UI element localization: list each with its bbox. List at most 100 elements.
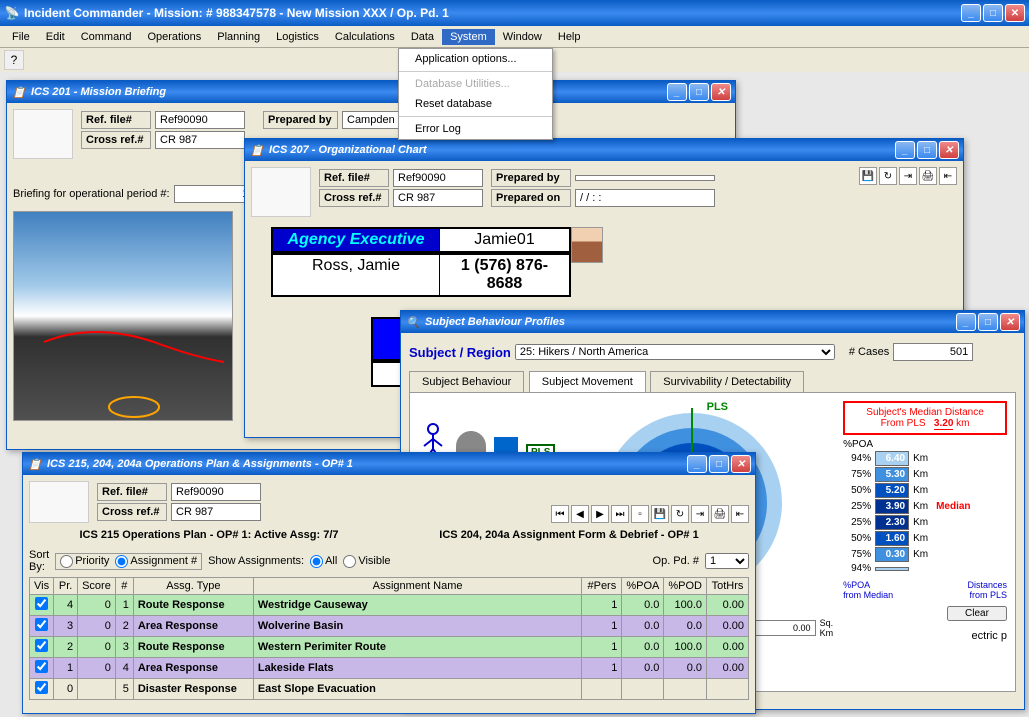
ics201-maximize[interactable]: □: [689, 83, 709, 101]
table-row[interactable]: 401Route ResponseWestridge Causeway10.01…: [30, 595, 749, 616]
export-icon[interactable]: ⇥: [691, 505, 709, 523]
oppd-select[interactable]: 1: [705, 553, 749, 569]
main-minimize-button[interactable]: _: [961, 4, 981, 22]
last-icon[interactable]: ⏭: [611, 505, 629, 523]
menu-operations[interactable]: Operations: [139, 29, 209, 45]
new-icon[interactable]: ▫: [631, 505, 649, 523]
ics201-minimize[interactable]: _: [667, 83, 687, 101]
table-row[interactable]: 203Route ResponseWestern Perimiter Route…: [30, 637, 749, 658]
window-icon: 📋: [27, 456, 43, 472]
ics207-minimize[interactable]: _: [895, 141, 915, 159]
exec-phone: 1 (576) 876-8688: [439, 255, 569, 295]
menu-data[interactable]: Data: [403, 29, 442, 45]
refresh-icon[interactable]: ↻: [879, 167, 897, 185]
col-header[interactable]: #: [115, 578, 133, 595]
briefing-period-value[interactable]: 1: [174, 185, 254, 203]
cross-value[interactable]: CR 987: [393, 189, 483, 207]
ref-value[interactable]: Ref90090: [155, 111, 245, 129]
col-header[interactable]: Assignment Name: [253, 578, 582, 595]
menu-edit[interactable]: Edit: [38, 29, 73, 45]
table-row[interactable]: 05Disaster ResponseEast Slope Evacuation: [30, 679, 749, 700]
menu-help[interactable]: Help: [550, 29, 589, 45]
ops-title: ICS 215, 204, 204a Operations Plan & Ass…: [47, 458, 687, 470]
ics201-title: ICS 201 - Mission Briefing: [31, 86, 667, 98]
print-icon[interactable]: 🖨: [919, 167, 937, 185]
ics207-close[interactable]: ✕: [939, 141, 959, 159]
main-close-button[interactable]: ✕: [1005, 4, 1025, 22]
menu-system[interactable]: System: [442, 29, 495, 45]
dropdown-reset-db[interactable]: Reset database: [399, 94, 552, 114]
sbp-close[interactable]: ✕: [1000, 313, 1020, 331]
menu-window[interactable]: Window: [495, 29, 550, 45]
ring-row: 94%: [843, 563, 1007, 574]
window-icon: 🔍: [405, 314, 421, 330]
dropdown-error-log[interactable]: Error Log: [399, 119, 552, 139]
export-icon[interactable]: ⇥: [899, 167, 917, 185]
save-icon[interactable]: 💾: [651, 505, 669, 523]
col-header[interactable]: TotHrs: [707, 578, 749, 595]
show-visible-radio[interactable]: Visible: [343, 555, 390, 568]
main-maximize-button[interactable]: □: [983, 4, 1003, 22]
electric-label: ectric p: [843, 630, 1007, 642]
col-header[interactable]: #Pers: [582, 578, 622, 595]
ops-maximize[interactable]: □: [709, 455, 729, 473]
ics201-thumbnail: [13, 109, 73, 159]
prev-icon[interactable]: ◀: [571, 505, 589, 523]
refresh-icon[interactable]: ↻: [671, 505, 689, 523]
system-dropdown: Application options... Database Utilitie…: [398, 48, 553, 140]
menu-file[interactable]: File: [4, 29, 38, 45]
ops-close[interactable]: ✕: [731, 455, 751, 473]
sort-assignment-radio[interactable]: Assignment #: [115, 555, 197, 568]
tab-movement[interactable]: Subject Movement: [529, 371, 646, 392]
help-icon[interactable]: ?: [4, 50, 24, 70]
app-icon: 📡: [4, 5, 20, 21]
ref-value[interactable]: Ref90090: [393, 169, 483, 187]
col-header[interactable]: Pr.: [54, 578, 78, 595]
dropdown-app-options[interactable]: Application options...: [399, 49, 552, 69]
prepared-on-label: Prepared on: [491, 189, 571, 207]
clear-button[interactable]: Clear: [947, 606, 1007, 621]
sort-label: Sort By:: [29, 549, 49, 573]
ring-row: 25%2.30Km: [843, 515, 1007, 530]
dropdown-db-utilities: Database Utilities...: [399, 74, 552, 94]
briefing-map-image[interactable]: [13, 211, 233, 421]
print-icon[interactable]: 🖨: [711, 505, 729, 523]
menu-command[interactable]: Command: [73, 29, 140, 45]
prepared-by-value[interactable]: [575, 175, 715, 181]
show-label: Show Assignments:: [208, 555, 304, 567]
ref-value[interactable]: Ref90090: [171, 483, 261, 501]
ics207-maximize[interactable]: □: [917, 141, 937, 159]
cross-value[interactable]: CR 987: [171, 503, 261, 521]
next-icon[interactable]: ▶: [591, 505, 609, 523]
subject-region-label: Subject / Region: [409, 345, 511, 360]
col-header[interactable]: Score: [78, 578, 116, 595]
ops-minimize[interactable]: _: [687, 455, 707, 473]
table-row[interactable]: 302Area ResponseWolverine Basin10.00.00.…: [30, 616, 749, 637]
exit-icon[interactable]: ⇤: [731, 505, 749, 523]
exit-icon[interactable]: ⇤: [939, 167, 957, 185]
sbp-minimize[interactable]: _: [956, 313, 976, 331]
menu-planning[interactable]: Planning: [209, 29, 268, 45]
exec-name[interactable]: Ross, Jamie: [273, 255, 439, 295]
table-row[interactable]: 104Area ResponseLakeside Flats10.00.00.0…: [30, 658, 749, 679]
tab-behaviour[interactable]: Subject Behaviour: [409, 371, 524, 392]
cross-value[interactable]: CR 987: [155, 131, 245, 149]
ring-row: 75%5.30Km: [843, 467, 1007, 482]
cases-label: # Cases: [849, 346, 889, 358]
col-header[interactable]: Assg. Type: [133, 578, 253, 595]
subject-region-select[interactable]: 25: Hikers / North America: [515, 344, 835, 360]
col-header[interactable]: %POA: [622, 578, 664, 595]
first-icon[interactable]: ⏮: [551, 505, 569, 523]
ring-row: 50%1.60Km: [843, 531, 1007, 546]
show-all-radio[interactable]: All: [310, 555, 337, 568]
sort-priority-radio[interactable]: Priority: [60, 555, 109, 568]
col-header[interactable]: %POD: [664, 578, 707, 595]
menu-calculations[interactable]: Calculations: [327, 29, 403, 45]
col-header[interactable]: Vis: [30, 578, 54, 595]
sbp-maximize[interactable]: □: [978, 313, 998, 331]
save-icon[interactable]: 💾: [859, 167, 877, 185]
ics201-close[interactable]: ✕: [711, 83, 731, 101]
menu-logistics[interactable]: Logistics: [268, 29, 327, 45]
tab-survivability[interactable]: Survivability / Detectability: [650, 371, 804, 392]
prepared-on-value[interactable]: / / : :: [575, 189, 715, 207]
